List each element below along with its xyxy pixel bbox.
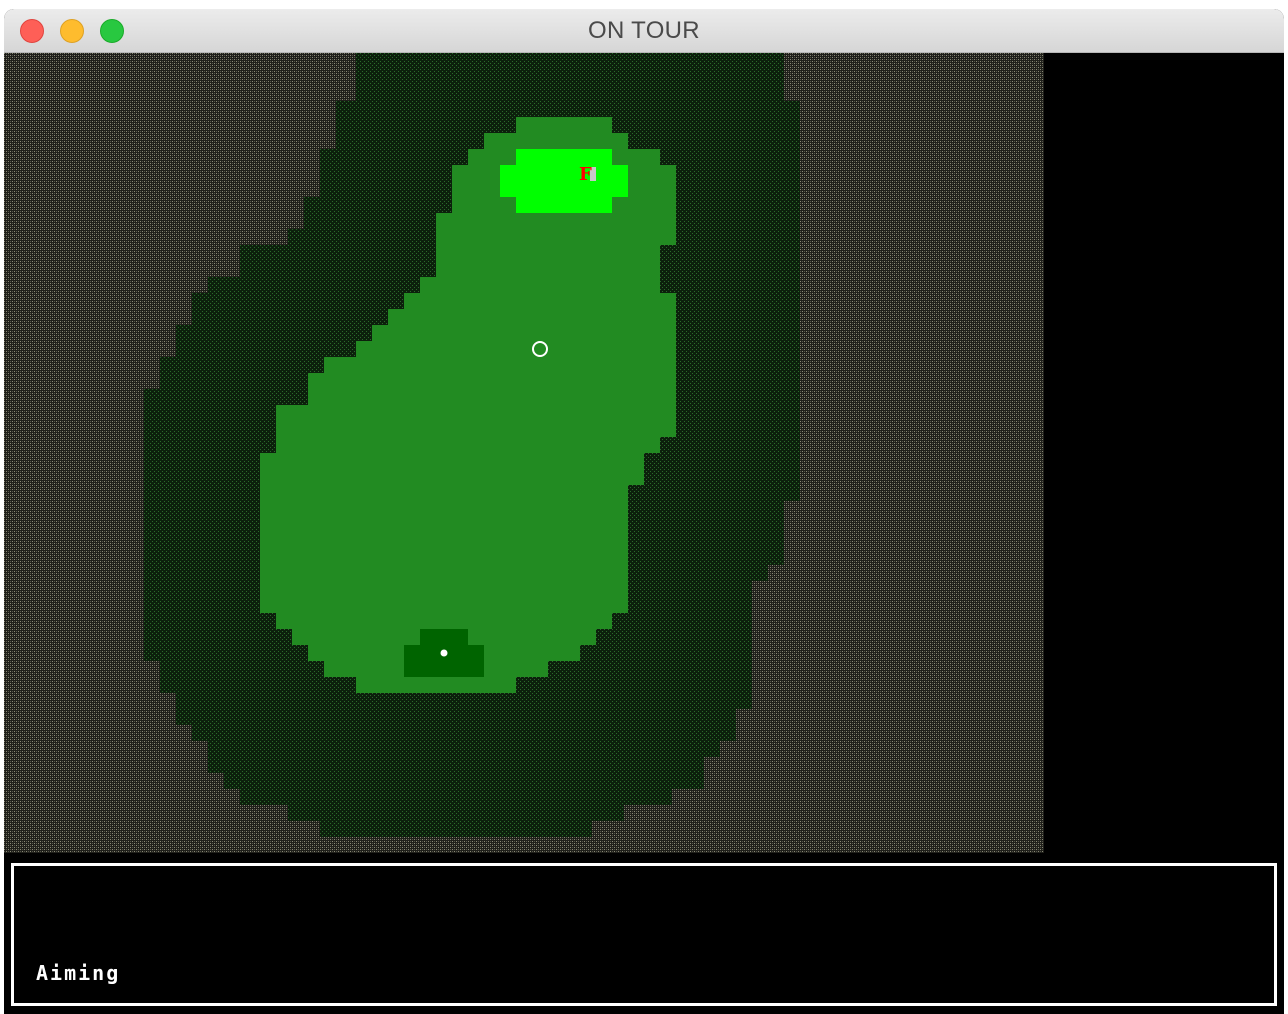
- putting-green: [500, 149, 628, 213]
- game-window: ON TOUR F Aiming: [4, 9, 1284, 1014]
- status-panel: Aiming: [11, 863, 1277, 1006]
- golf-ball: [440, 649, 448, 657]
- status-message: Aiming: [36, 961, 121, 985]
- window-title: ON TOUR: [588, 17, 700, 44]
- flag-letter: F: [579, 164, 592, 185]
- course-map[interactable]: F: [4, 53, 1044, 853]
- game-area: F Aiming: [4, 53, 1284, 1014]
- title-bar: ON TOUR: [4, 9, 1284, 53]
